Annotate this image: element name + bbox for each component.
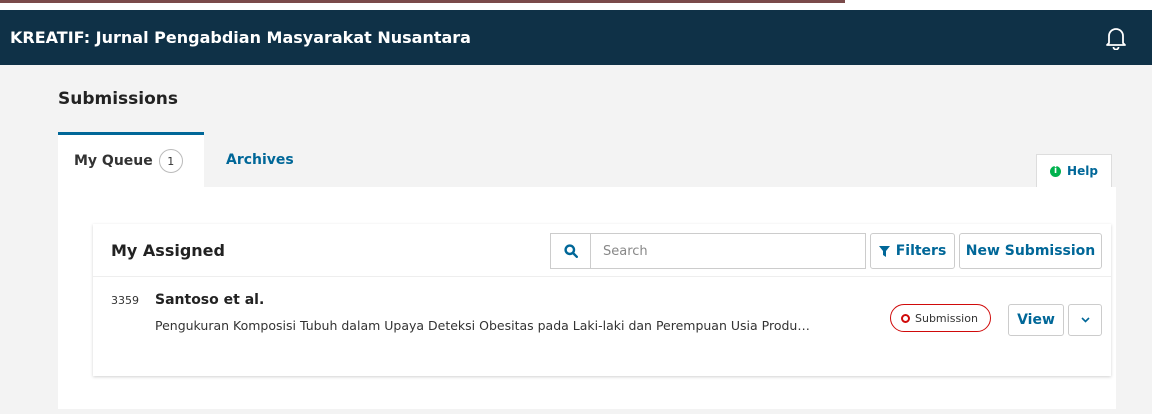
new-submission-button[interactable]: New Submission	[959, 233, 1102, 269]
view-label: View	[1017, 312, 1055, 328]
submission-title: Pengukuran Komposisi Tubuh dalam Upaya D…	[155, 318, 810, 333]
list-header: My Assigned Filters	[93, 224, 1111, 277]
stage-badge: Submission	[890, 304, 991, 332]
submissions-list-panel: My Assigned Filters	[93, 224, 1111, 376]
page-title: Submissions	[58, 89, 179, 109]
search-input[interactable]	[591, 234, 865, 268]
tab-archives-label: Archives	[226, 151, 294, 168]
filters-button[interactable]: Filters	[870, 233, 955, 269]
submission-authors: Santoso et al.	[155, 292, 265, 308]
tab-bar: My Queue 1 Archives	[58, 132, 310, 187]
help-label: Help	[1067, 164, 1098, 178]
help-button[interactable]: i Help	[1036, 154, 1112, 187]
list-title: My Assigned	[111, 241, 225, 260]
tab-archives[interactable]: Archives	[204, 132, 310, 187]
bell-icon[interactable]	[1102, 24, 1130, 52]
search-icon[interactable]	[551, 234, 591, 268]
browser-top-strip	[0, 0, 1152, 10]
stage-label: Submission	[915, 311, 978, 325]
new-submission-label: New Submission	[965, 243, 1096, 259]
stage-ring-icon	[901, 313, 910, 323]
tab-panel: My Assigned Filters	[58, 187, 1116, 409]
submission-id: 3359	[111, 294, 139, 307]
top-accent-line	[0, 0, 845, 3]
view-button[interactable]: View	[1008, 304, 1064, 336]
app-header: KREATIF: Jurnal Pengabdian Masyarakat Nu…	[0, 10, 1152, 65]
list-item: 3359 Santoso et al. Pengukuran Komposisi…	[93, 278, 1111, 376]
info-icon: i	[1050, 165, 1062, 177]
journal-title[interactable]: KREATIF: Jurnal Pengabdian Masyarakat Nu…	[10, 28, 471, 47]
queue-count-badge: 1	[158, 149, 183, 173]
expand-button[interactable]	[1068, 304, 1102, 336]
tab-my-queue[interactable]: My Queue 1	[58, 132, 204, 187]
filter-icon	[878, 245, 890, 257]
search-box	[550, 233, 866, 269]
tab-my-queue-label: My Queue	[74, 153, 153, 169]
main-content: Submissions My Queue 1 Archives i Help M…	[0, 65, 1152, 414]
chevron-down-icon	[1080, 317, 1090, 323]
filters-label: Filters	[895, 243, 947, 259]
